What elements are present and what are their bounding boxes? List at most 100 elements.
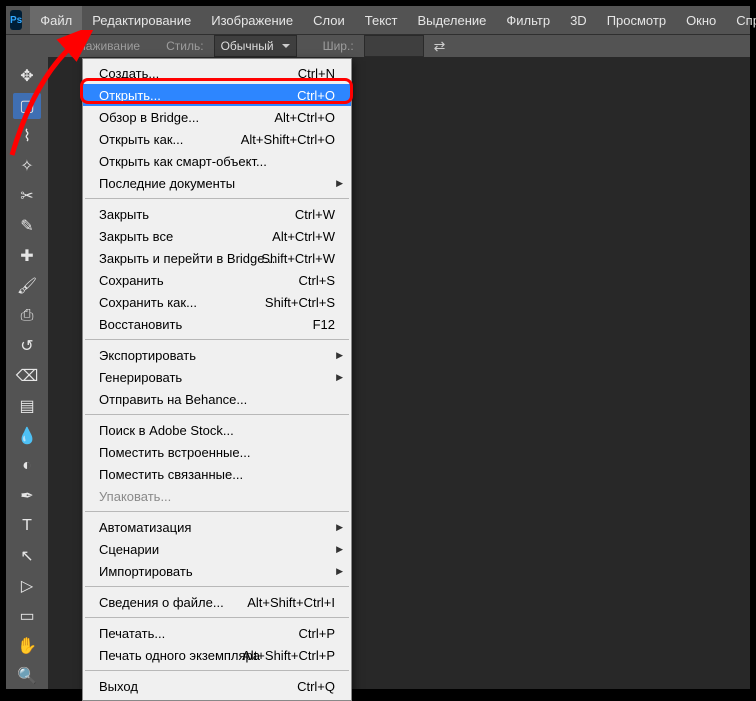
menu-item-изображение[interactable]: Изображение (201, 6, 303, 34)
menu-item-shortcut: Shift+Ctrl+S (265, 295, 335, 310)
file-menu-item[interactable]: Автоматизация (83, 516, 351, 538)
menu-item-слои[interactable]: Слои (303, 6, 355, 34)
menu-item-label: Сохранить как... (99, 295, 197, 310)
file-menu-item[interactable]: Сведения о файле...Alt+Shift+Ctrl+I (83, 591, 351, 613)
history-brush-tool[interactable]: ↺ (13, 333, 41, 359)
menu-item-выделение[interactable]: Выделение (408, 6, 497, 34)
menu-item-shortcut: Ctrl+S (299, 273, 335, 288)
menu-item-shortcut: Ctrl+O (297, 88, 335, 103)
blur-tool[interactable]: 💧 (13, 423, 41, 449)
style-label: Стиль: (166, 39, 203, 53)
marquee-tool[interactable]: ▢ (13, 93, 41, 119)
dodge-tool[interactable]: ◐ (13, 453, 41, 479)
menu-item-shortcut: Alt+Shift+Ctrl+I (247, 595, 335, 610)
hand-tool[interactable]: ✋ (13, 633, 41, 659)
file-menu-item[interactable]: ВыходCtrl+Q (83, 675, 351, 697)
file-menu-item[interactable]: ВосстановитьF12 (83, 313, 351, 335)
file-menu-item[interactable]: Закрыть и перейти в Bridge...Shift+Ctrl+… (83, 247, 351, 269)
menu-item-shortcut: Alt+Ctrl+W (272, 229, 335, 244)
menu-item-label: Сохранить (99, 273, 164, 288)
toolbar: ✥ ▢ ⌇ ✧ ✂ ✎ ✚ 🖌 ⎙ ↺ ⌫ ▤ 💧 ◐ ✒ T ↖ ▷ ▭ ✋ 🔍 (6, 57, 48, 689)
menu-item-просмотр[interactable]: Просмотр (597, 6, 676, 34)
zoom-tool[interactable]: 🔍 (13, 663, 41, 689)
menu-separator (85, 617, 349, 618)
menu-item-редактирование[interactable]: Редактирование (82, 6, 201, 34)
file-menu-item[interactable]: Сохранить Ctrl+S (83, 269, 351, 291)
menu-item-справка[interactable]: Справка (726, 6, 756, 34)
menu-item-shortcut: Alt+Ctrl+O (274, 110, 335, 125)
lasso-tool[interactable]: ⌇ (13, 123, 41, 149)
file-menu-item[interactable]: Закрыть всеAlt+Ctrl+W (83, 225, 351, 247)
menu-separator (85, 586, 349, 587)
width-input[interactable] (364, 35, 424, 57)
menu-item-shortcut: Ctrl+P (299, 626, 335, 641)
eyedropper-tool[interactable]: ✎ (13, 213, 41, 239)
menu-item-label: Создать... (99, 66, 159, 81)
menu-item-label: Закрыть (99, 207, 149, 222)
style-dropdown[interactable]: Обычный (214, 35, 297, 57)
menu-item-3d[interactable]: 3D (560, 6, 597, 34)
menu-separator (85, 414, 349, 415)
gradient-tool[interactable]: ▤ (13, 393, 41, 419)
eraser-tool[interactable]: ⌫ (13, 363, 41, 389)
menu-item-label: Генерировать (99, 370, 182, 385)
menu-item-файл[interactable]: Файл (30, 6, 82, 34)
file-menu-dropdown[interactable]: Создать...Ctrl+NОткрыть...Ctrl+OОбзор в … (82, 58, 352, 701)
file-menu-item[interactable]: Сохранить как... Shift+Ctrl+S (83, 291, 351, 313)
file-menu-item[interactable]: Отправить на Behance... (83, 388, 351, 410)
file-menu-item[interactable]: Открыть как смарт-объект... (83, 150, 351, 172)
menu-item-shortcut: Ctrl+W (295, 207, 335, 222)
file-menu-item[interactable]: Печать одного экземпляраAlt+Shift+Ctrl+P (83, 644, 351, 666)
file-menu-item[interactable]: Поместить встроенные... (83, 441, 351, 463)
menu-item-label: Поместить связанные... (99, 467, 243, 482)
file-menu-item: Упаковать... (83, 485, 351, 507)
menu-item-label: Восстановить (99, 317, 182, 332)
pen-tool[interactable]: ✒ (13, 483, 41, 509)
type-tool[interactable]: T (13, 513, 41, 539)
healing-brush-tool[interactable]: ✚ (13, 243, 41, 269)
menu-separator (85, 511, 349, 512)
path-selection-tool[interactable]: ↖ (13, 543, 41, 569)
menu-item-label: Печатать... (99, 626, 165, 641)
swap-icon[interactable]: ⇄ (434, 38, 446, 55)
file-menu-item[interactable]: Создать...Ctrl+N (83, 62, 351, 84)
menu-item-label: Отправить на Behance... (99, 392, 247, 407)
menu-item-label: Выход (99, 679, 138, 694)
brush-tool[interactable]: 🖌 (13, 273, 41, 299)
menu-item-текст[interactable]: Текст (355, 6, 408, 34)
menu-separator (85, 670, 349, 671)
file-menu-item[interactable]: Последние документы (83, 172, 351, 194)
file-menu-item[interactable]: Печатать... Ctrl+P (83, 622, 351, 644)
file-menu-item[interactable]: Сценарии (83, 538, 351, 560)
menu-item-label: Печать одного экземпляра (99, 648, 260, 663)
menu-separator (85, 198, 349, 199)
menu-item-label: Поместить встроенные... (99, 445, 250, 460)
file-menu-item[interactable]: Поиск в Adobe Stock... (83, 419, 351, 441)
clone-stamp-tool[interactable]: ⎙ (13, 303, 41, 329)
menu-item-shortcut: Shift+Ctrl+W (261, 251, 335, 266)
menu-item-label: Упаковать... (99, 489, 171, 504)
menu-item-label: Сценарии (99, 542, 159, 557)
move-tool[interactable]: ✥ (13, 63, 41, 89)
menu-item-label: Обзор в Bridge... (99, 110, 199, 125)
file-menu-item[interactable]: Поместить связанные... (83, 463, 351, 485)
menu-item-окно[interactable]: Окно (676, 6, 726, 34)
menu-item-фильтр[interactable]: Фильтр (496, 6, 560, 34)
antialias-label: Сглаживание (66, 39, 140, 53)
menu-item-shortcut: Alt+Shift+Ctrl+P (242, 648, 335, 663)
menu-item-label: Открыть как смарт-объект... (99, 154, 267, 169)
file-menu-item[interactable]: Закрыть Ctrl+W (83, 203, 351, 225)
rectangle-tool[interactable]: ▭ (13, 603, 41, 629)
menubar: Ps ФайлРедактированиеИзображениеСлоиТекс… (6, 6, 750, 34)
file-menu-item[interactable]: Обзор в Bridge... Alt+Ctrl+O (83, 106, 351, 128)
menu-item-shortcut: Alt+Shift+Ctrl+O (241, 132, 335, 147)
file-menu-item[interactable]: Открыть...Ctrl+O (83, 84, 351, 106)
menu-separator (85, 339, 349, 340)
direct-selection-tool[interactable]: ▷ (13, 573, 41, 599)
file-menu-item[interactable]: Импортировать (83, 560, 351, 582)
file-menu-item[interactable]: Генерировать (83, 366, 351, 388)
magic-wand-tool[interactable]: ✧ (13, 153, 41, 179)
file-menu-item[interactable]: Открыть как...Alt+Shift+Ctrl+O (83, 128, 351, 150)
file-menu-item[interactable]: Экспортировать (83, 344, 351, 366)
crop-tool[interactable]: ✂ (13, 183, 41, 209)
